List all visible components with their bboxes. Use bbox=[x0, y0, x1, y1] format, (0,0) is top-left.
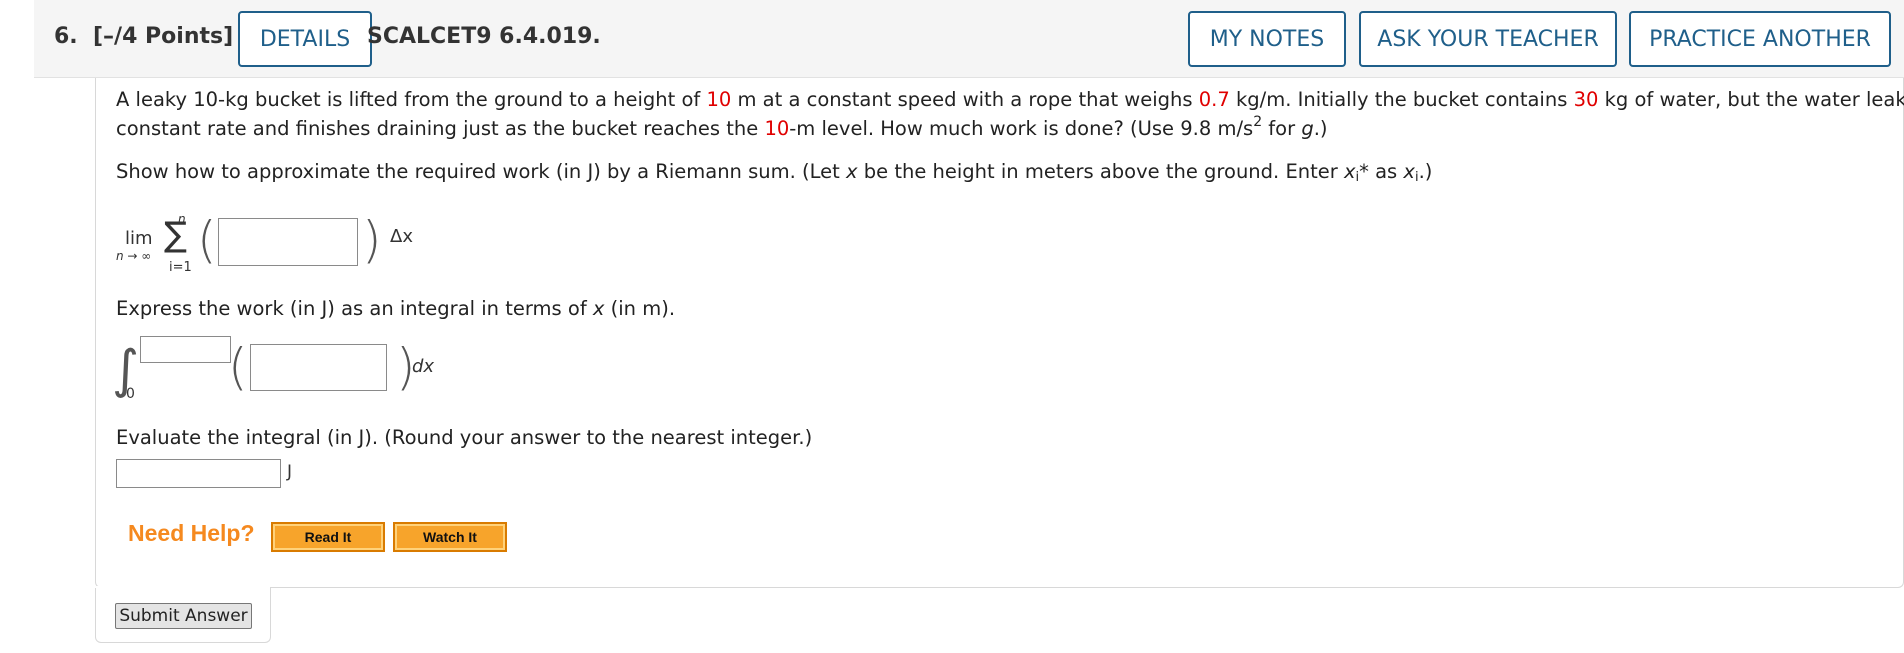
water-mass-value: 30 bbox=[1573, 88, 1599, 111]
sigma-icon: ∑ bbox=[164, 215, 187, 255]
height-value: 10 bbox=[706, 88, 732, 111]
riemann-sum-field[interactable] bbox=[219, 219, 357, 265]
my-notes-button[interactable]: MY NOTES bbox=[1188, 11, 1346, 67]
watch-it-button[interactable]: Watch It bbox=[393, 522, 507, 552]
left-paren: ( bbox=[197, 211, 217, 269]
integrand-field[interactable] bbox=[251, 345, 386, 390]
dx-label: dx bbox=[412, 356, 435, 377]
integral-lower-limit: 0 bbox=[126, 386, 135, 402]
delta-x-label: Δx bbox=[390, 226, 413, 247]
problem-text-line1: A leaky 10-kg bucket is lifted from the … bbox=[116, 88, 1904, 111]
integrand-left-paren: ( bbox=[228, 338, 248, 396]
practice-another-button[interactable]: PRACTICE ANOTHER bbox=[1629, 11, 1891, 67]
need-help-label: Need Help? bbox=[128, 520, 255, 546]
work-answer-field[interactable] bbox=[117, 460, 280, 487]
lim-label: lim bbox=[125, 228, 153, 249]
upper-limit-field[interactable] bbox=[141, 337, 230, 362]
riemann-instructions: Show how to approximate the required wor… bbox=[116, 160, 1433, 185]
submit-answer-button[interactable]: Submit Answer bbox=[115, 603, 252, 629]
lim-subscript: n → ∞ bbox=[116, 249, 152, 263]
sum-lower-limit: i=1 bbox=[169, 260, 192, 275]
evaluate-instructions: Evaluate the integral (in J). (Round you… bbox=[116, 426, 813, 449]
right-paren: ) bbox=[362, 211, 382, 269]
integral-instructions: Express the work (in J) as an integral i… bbox=[116, 297, 676, 320]
riemann-sum-input[interactable] bbox=[218, 218, 358, 266]
question-number: 6. [–/4 Points] bbox=[54, 24, 233, 49]
level-value: 10 bbox=[764, 117, 790, 140]
read-it-button[interactable]: Read It bbox=[271, 522, 385, 552]
question-body bbox=[95, 78, 1904, 588]
problem-text-line2: constant rate and finishes draining just… bbox=[116, 114, 1328, 140]
unit-j-label: J bbox=[287, 462, 293, 482]
integrand-input[interactable] bbox=[250, 344, 387, 391]
question-number-label: 6. bbox=[54, 24, 78, 49]
upper-limit-input[interactable] bbox=[140, 336, 231, 363]
work-answer-input[interactable] bbox=[116, 459, 281, 488]
details-button[interactable]: DETAILS bbox=[238, 11, 372, 67]
ask-your-teacher-button[interactable]: ASK YOUR TEACHER bbox=[1359, 11, 1617, 67]
question-code: SCALCET9 6.4.019. bbox=[367, 24, 601, 49]
rope-weight-value: 0.7 bbox=[1198, 88, 1230, 111]
points-label: [–/4 Points] bbox=[93, 24, 234, 49]
